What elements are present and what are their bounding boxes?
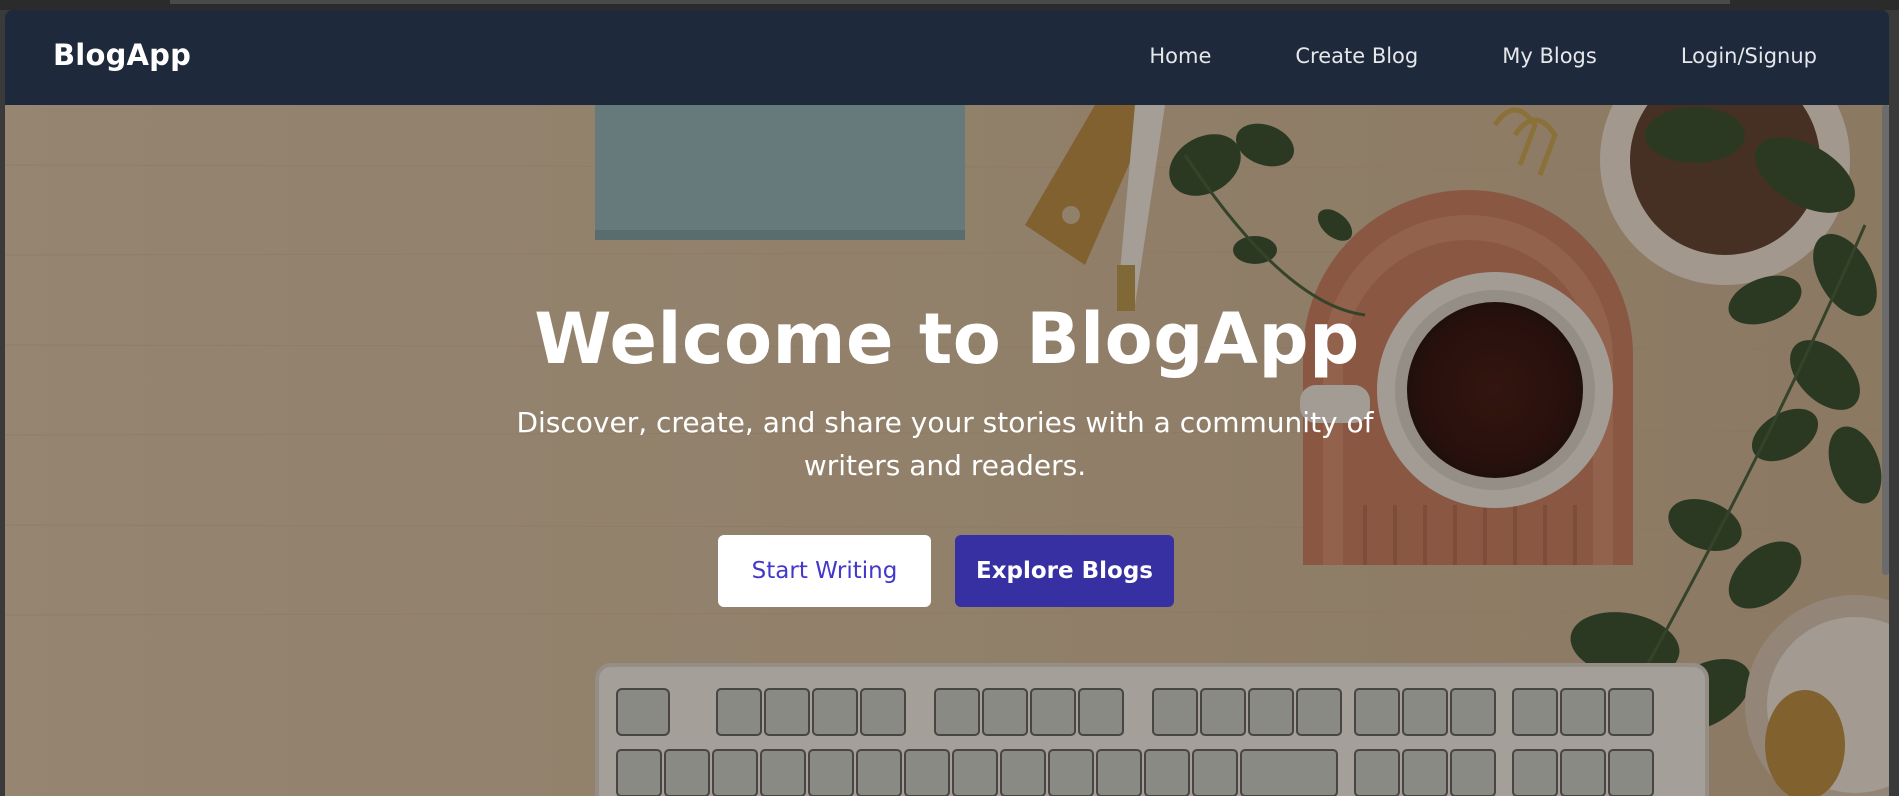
nav-links: Home Create Blog My Blogs Login/Signup bbox=[1065, 44, 1817, 68]
browser-top-strip bbox=[0, 0, 1899, 10]
nav-item-login-signup[interactable]: Login/Signup bbox=[1681, 44, 1817, 68]
scrollbar[interactable] bbox=[1882, 105, 1889, 575]
hero-section: Welcome to BlogApp Discover, create, and… bbox=[5, 105, 1889, 796]
explore-blogs-button[interactable]: Explore Blogs bbox=[955, 535, 1174, 607]
nav-item-my-blogs[interactable]: My Blogs bbox=[1502, 44, 1597, 68]
nav-item-home[interactable]: Home bbox=[1149, 44, 1211, 68]
start-writing-button[interactable]: Start Writing bbox=[718, 535, 931, 607]
navbar: BlogApp Home Create Blog My Blogs Login/… bbox=[5, 10, 1889, 105]
hero-title: Welcome to BlogApp bbox=[534, 298, 1360, 380]
hero-subtitle: Discover, create, and share your stories… bbox=[516, 406, 1374, 482]
app-window: BlogApp Home Create Blog My Blogs Login/… bbox=[5, 10, 1889, 796]
nav-item-create-blog[interactable]: Create Blog bbox=[1295, 44, 1418, 68]
brand-logo[interactable]: BlogApp bbox=[53, 38, 191, 72]
